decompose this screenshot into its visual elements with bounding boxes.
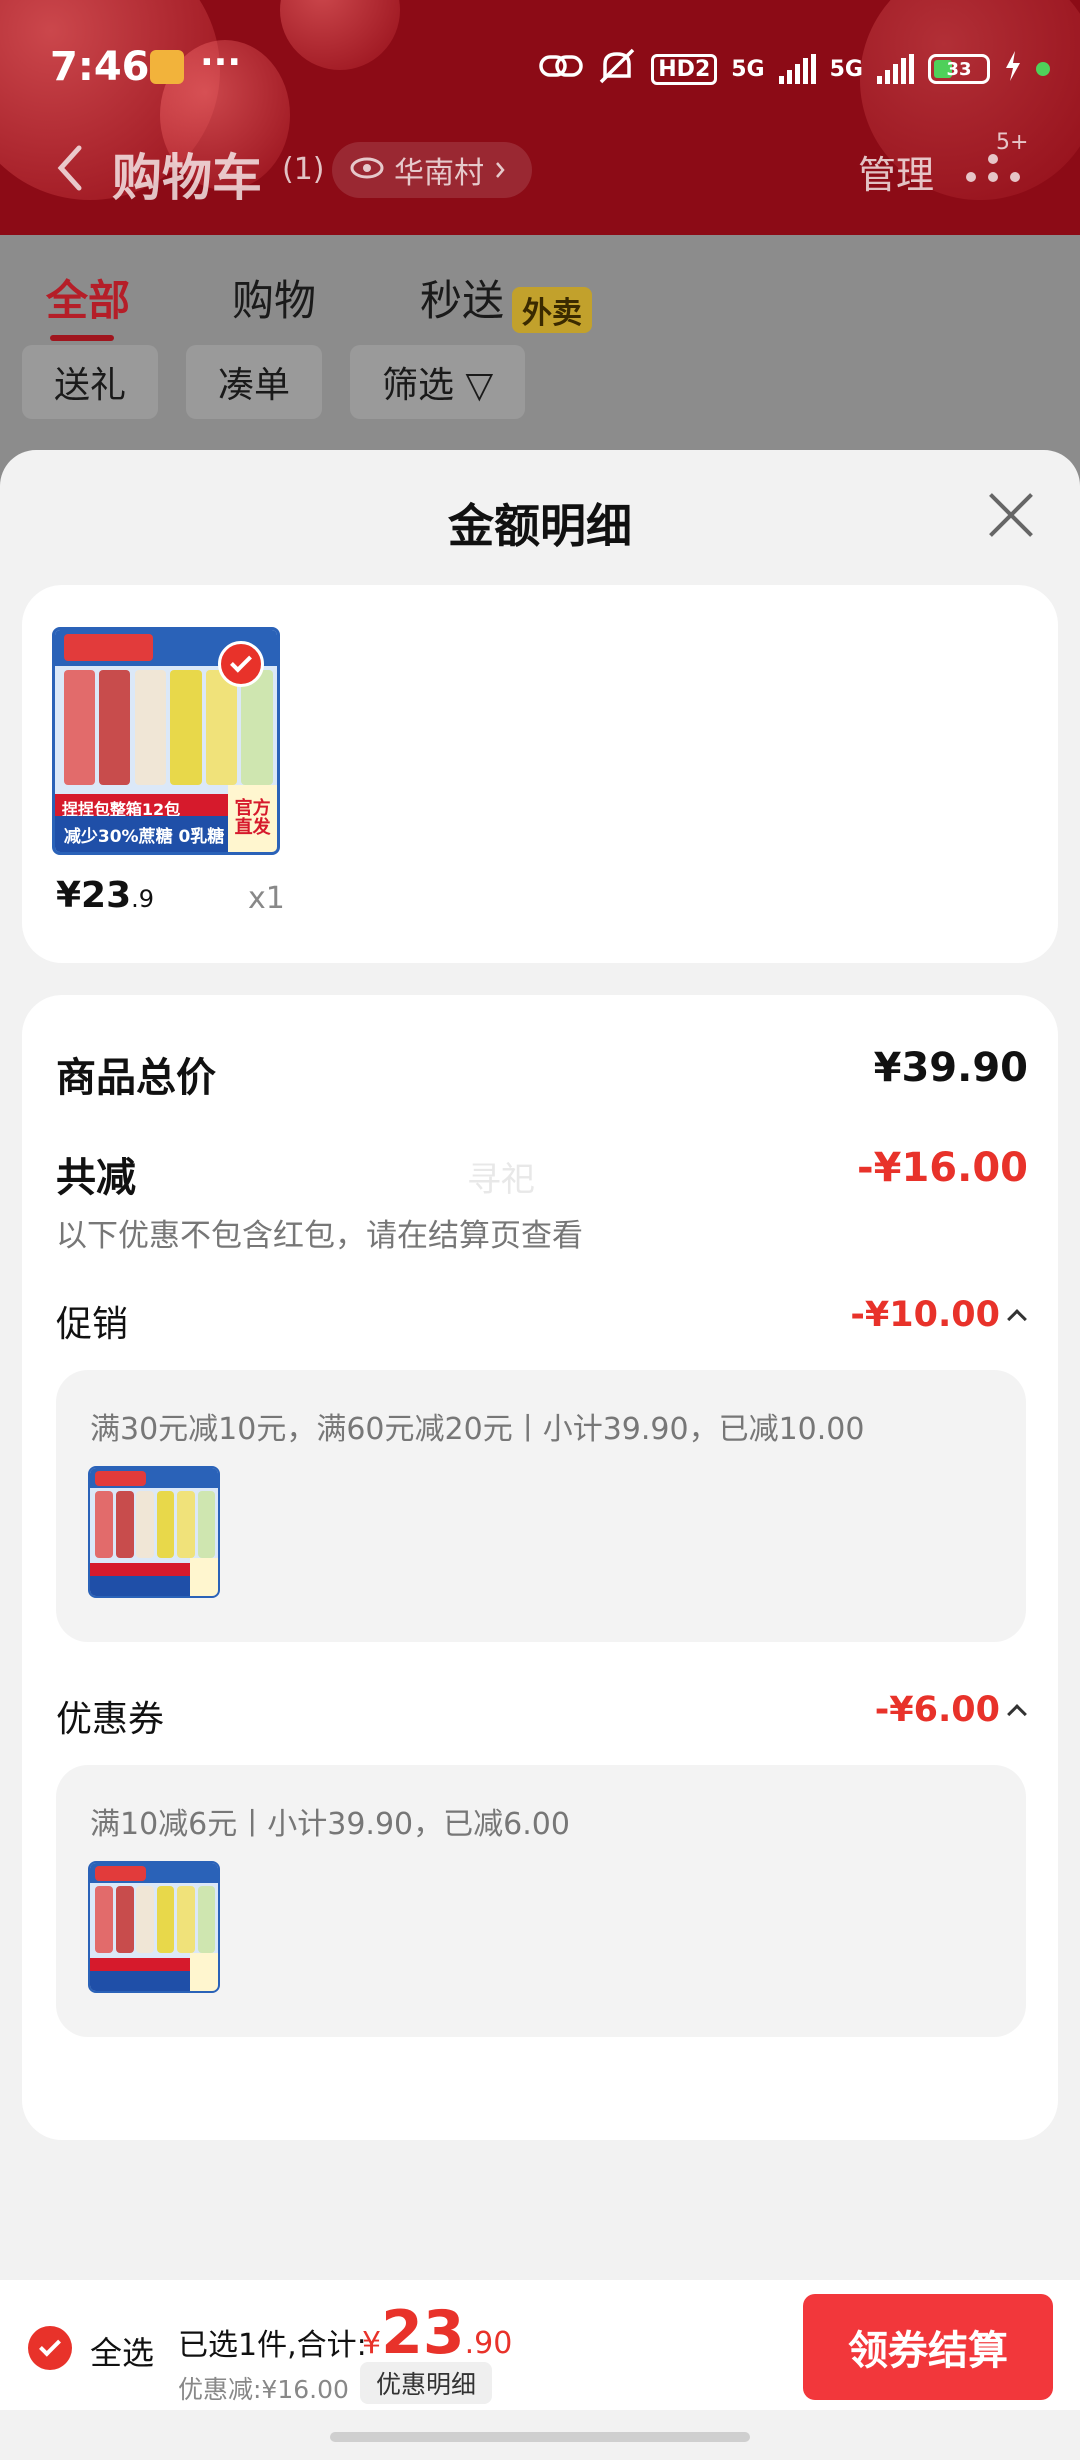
checkout-button[interactable]: 领券结算 [803,2294,1053,2400]
chip-bundle[interactable]: 凑单 [186,345,323,419]
manage-button[interactable]: 管理 [858,144,934,199]
chevron-up-icon [1007,1309,1027,1329]
promotion-value: -¥10.00 [850,1295,1000,1335]
header: 7:46 ··· HD2 5G 5G 33 购物车 (1) 华南村 管理 5+ [0,0,1080,235]
link-icon [539,51,584,87]
tab-bar: 全部 购物 秒送 外卖 [0,257,1080,341]
price-dec: .9 [131,885,155,913]
watermark: 寻祀 [467,1160,535,1200]
product-price: ¥23.9 [56,875,154,916]
tab-all[interactable]: 全部 [46,267,130,328]
chevron-up-icon [1007,1704,1027,1724]
location-selector[interactable]: 华南村 [332,142,532,198]
tab-underline [50,335,114,341]
home-indicator[interactable] [330,2432,750,2442]
takeout-badge: 外卖 [512,287,592,333]
coupon-detail: 满10减6元丨小计39.90，已减6.00 [90,1807,570,1842]
status-more: ··· [200,42,242,83]
nav-bar: 购物车 (1) 华南村 管理 5+ [0,130,1080,210]
total-dec: .90 [464,2326,513,2361]
product-card: 捏捏包整箱12包 减少30%蔗糖 0乳糖 官方 直发 ¥23.9 x1 [22,585,1058,963]
status-icons: HD2 5G 5G 33 [539,48,1050,90]
charging-icon [1004,51,1022,87]
hd-voice-icon: HD2 [651,53,718,85]
product-quantity: x1 [248,881,285,916]
coupon-product-image[interactable] [88,1861,220,1993]
image-text: 直发 [234,816,271,838]
tab-shopping[interactable]: 购物 [232,267,316,328]
coupon-label: 优惠券 [56,1699,165,1740]
select-all-label[interactable]: 全选 [90,2328,154,2374]
battery-icon: 33 [928,54,990,84]
price-breakdown-card: 商品总价 ¥39.90 共减 寻祀 -¥16.00 以下优惠不包含红包，请在结算… [22,995,1058,2140]
notes-app-icon [150,50,184,84]
promotion-detail: 满30元减10元，满60元减20元丨小计39.90，已减10.00 [90,1412,865,1447]
more-icon[interactable] [966,154,1026,190]
back-icon[interactable] [55,138,85,212]
total-price-label: 商品总价 [56,1055,216,1101]
reduce-value: -¥16.00 [857,1145,1028,1191]
chip-gift[interactable]: 送礼 [22,345,159,419]
select-all-checkbox[interactable] [28,2326,72,2370]
promotion-detail-box: 满30元减10元，满60元减20元丨小计39.90，已减10.00 [56,1370,1026,1642]
status-time: 7:46 [50,44,150,90]
selected-check-icon [218,641,264,687]
total-price-value: ¥39.90 [873,1045,1028,1091]
network-label-1: 5G [731,56,765,82]
selection-summary: 已选1件,合计: [178,2328,367,2363]
chip-filter[interactable]: 筛选 ▽ [350,345,526,419]
tab-instant-delivery[interactable]: 秒送 [420,267,504,328]
total-amount: ¥23.90 [362,2298,512,2368]
battery-level: 33 [946,58,972,80]
reduce-note: 以下优惠不包含红包，请在结算页查看 [56,1218,583,1254]
reduce-label: 共减 [56,1155,136,1201]
promotion-label: 促销 [56,1304,129,1345]
checkout-bar: 全选 已选1件,合计: ¥23.90 优惠减:¥16.00 优惠明细 领券结算 [0,2280,1080,2410]
total-currency: ¥ [362,2326,382,2361]
promotion-product-image[interactable] [88,1466,220,1598]
chevron-right-icon [494,153,506,188]
eye-icon [350,153,384,188]
network-label-2: 5G [829,56,863,82]
image-text: 官方 [234,797,271,819]
signal-icon [877,54,914,84]
price-int: ¥23 [56,875,132,916]
privacy-indicator [1036,62,1050,76]
location-label: 华南村 [394,156,484,191]
coupon-detail-box: 满10减6元丨小计39.90，已减6.00 [56,1765,1026,2037]
coupon-value: -¥6.00 [874,1690,1000,1730]
discount-summary: 优惠减:¥16.00 [178,2375,349,2404]
total-int: 23 [381,2298,465,2368]
sheet-title: 金额明细 [448,499,632,553]
discount-detail-button[interactable]: 优惠明细 [360,2362,493,2404]
status-bar: 7:46 ··· HD2 5G 5G 33 [0,0,1080,135]
promotion-toggle[interactable]: -¥10.00 [850,1295,1027,1335]
page-title: 购物车 [112,149,262,207]
close-icon[interactable] [986,490,1036,540]
message-badge: 5+ [996,130,1029,155]
image-text: 减少30%蔗糖 0乳糖 [63,827,225,848]
signal-icon [778,54,816,84]
coupon-toggle[interactable]: -¥6.00 [874,1690,1027,1730]
cart-count: (1) [282,152,325,187]
mute-bell-icon [597,48,637,90]
amount-detail-sheet: 金额明细 捏捏包整箱12包 减少30%蔗糖 0乳糖 官方 直发 ¥23.9 x1… [0,450,1080,2280]
